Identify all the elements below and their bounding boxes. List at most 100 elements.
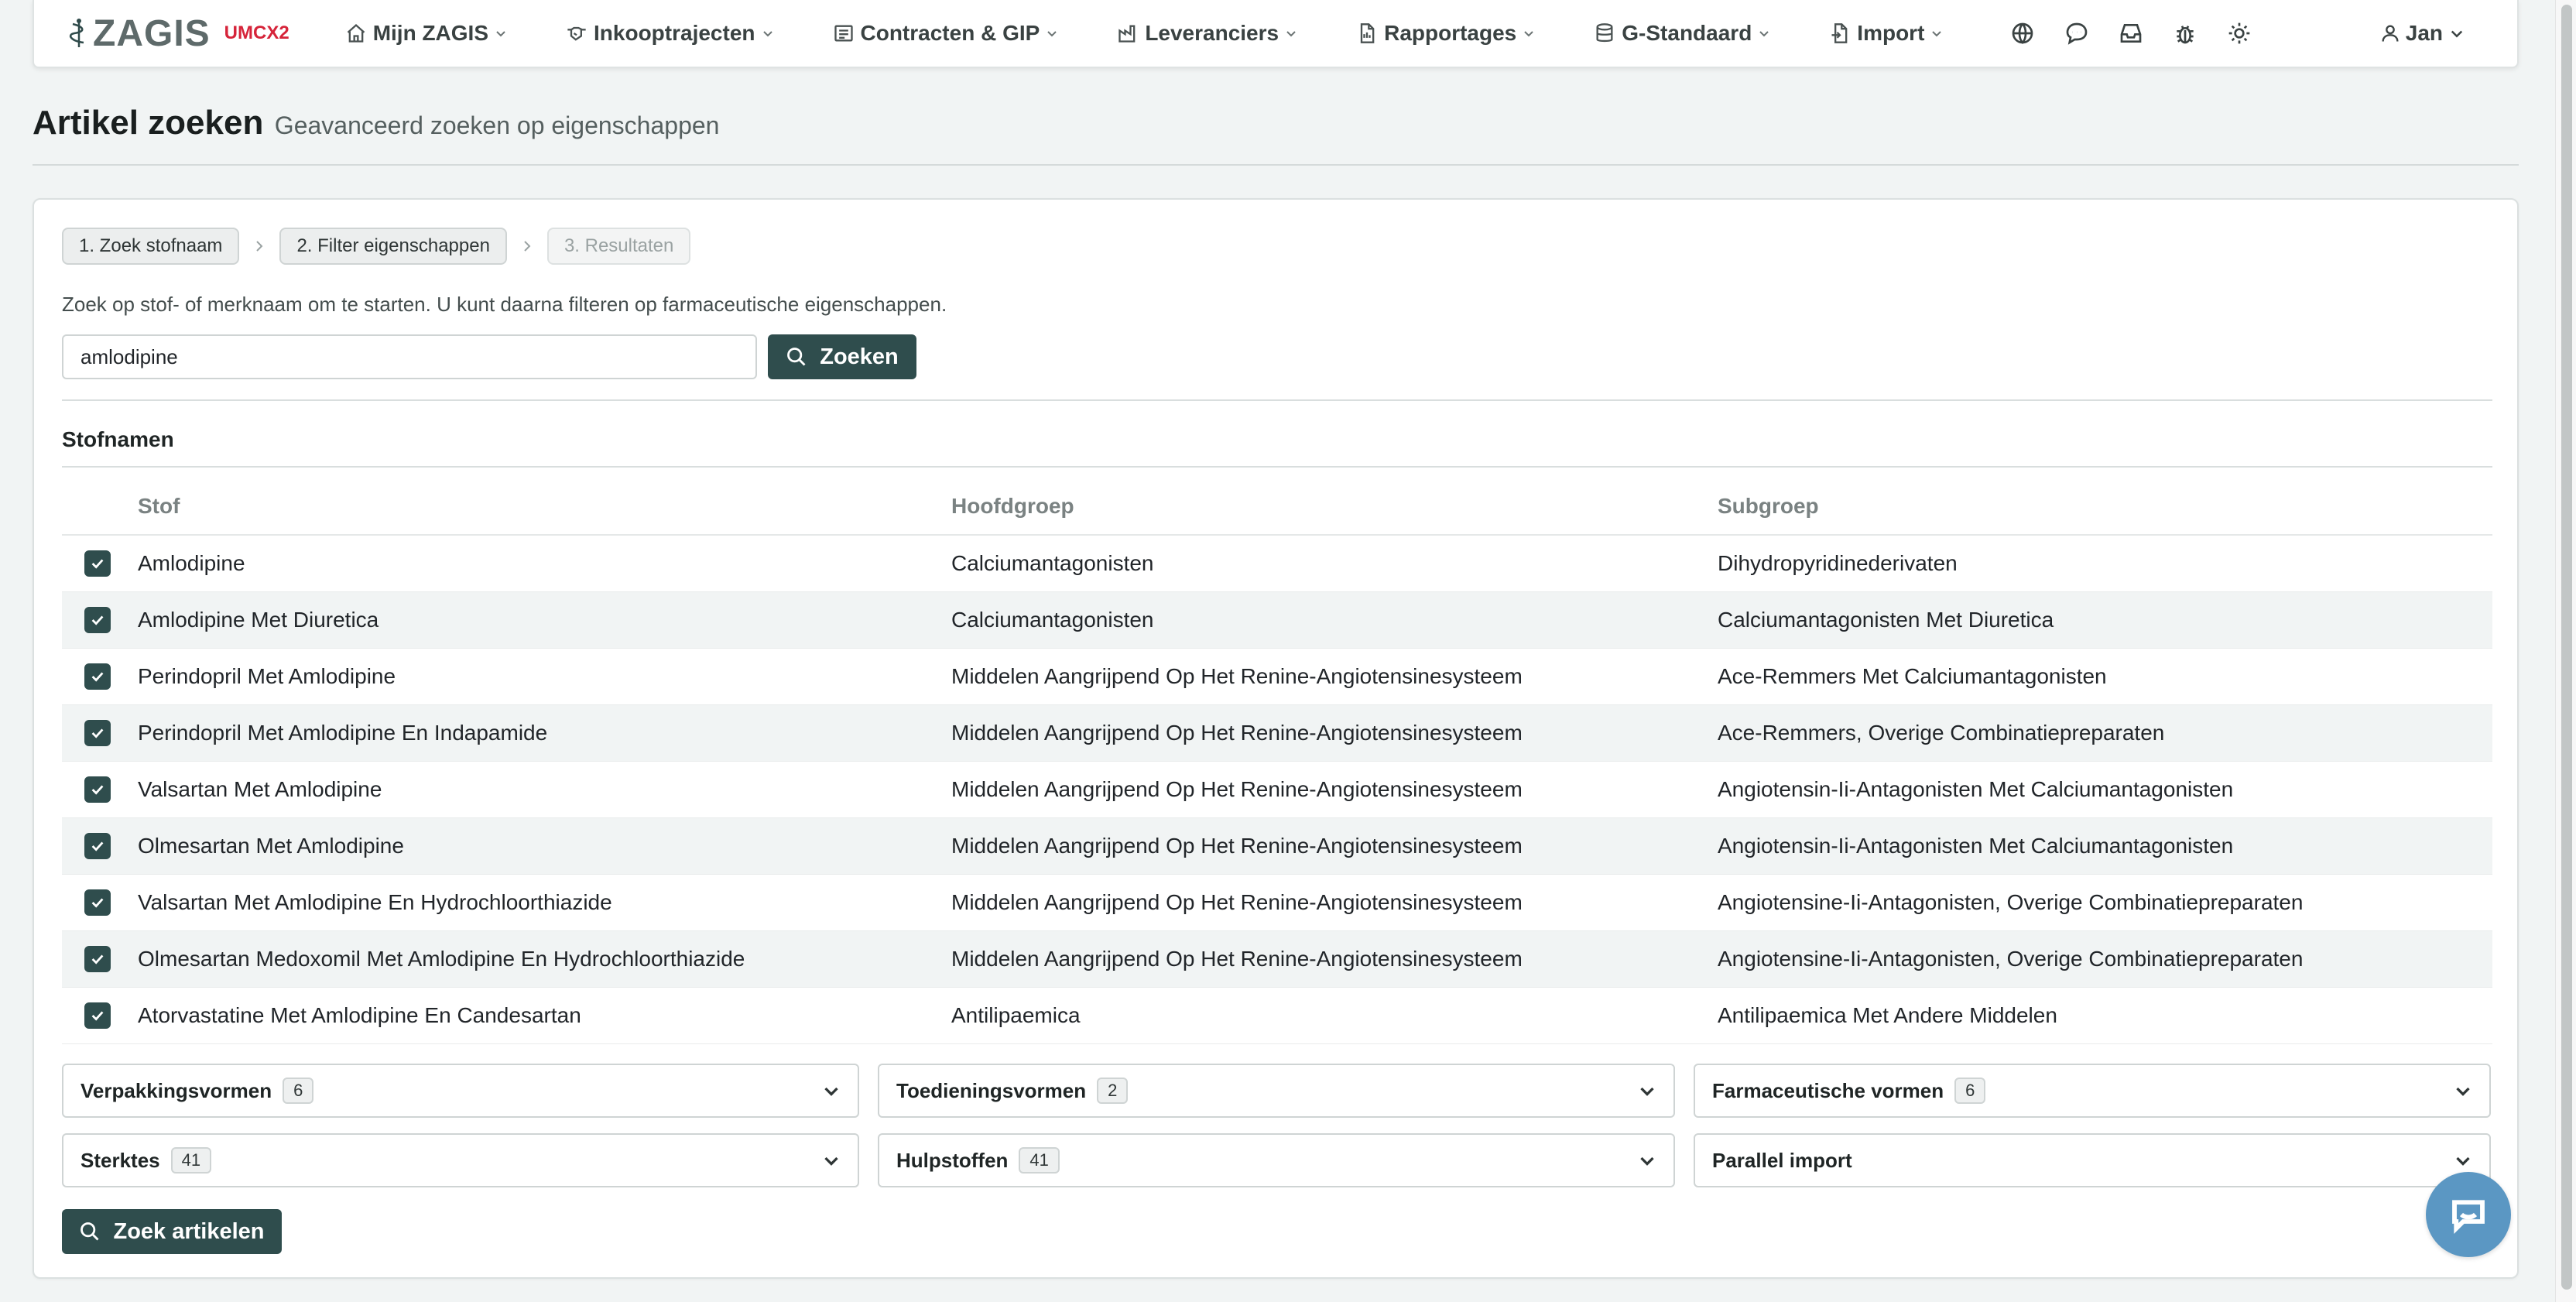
row-checkbox[interactable] — [84, 720, 111, 746]
checkbox-cell — [62, 946, 138, 972]
nav-item-label: G-Standaard — [1622, 21, 1752, 45]
nav-item-inkooptrajecten[interactable]: Inkooptrajecten — [550, 0, 789, 67]
bug-report-button[interactable] — [2158, 0, 2212, 67]
search-articles-label: Zoek artikelen — [113, 1218, 265, 1244]
column-header-stof[interactable]: Stof — [138, 494, 951, 519]
nav-item-contracten-gip[interactable]: Contracten & GIP — [817, 0, 1074, 67]
cell-subgroep: Dihydropyridinederivaten — [1718, 551, 1958, 575]
column-header-subgroep[interactable]: Subgroep — [1718, 494, 2492, 519]
nav-item-g-standaard[interactable]: G-Standaard — [1578, 0, 1786, 67]
cell-hoofdgroep: Middelen Aangrijpend Op Het Renine-Angio… — [951, 947, 1523, 971]
row-checkbox[interactable] — [84, 663, 111, 690]
checkmark-icon — [91, 672, 104, 682]
checkbox-cell — [62, 776, 138, 803]
cell-stof: Valsartan Met Amlodipine — [138, 777, 382, 801]
row-checkbox[interactable] — [84, 607, 111, 633]
step-filter-eigenschappen[interactable]: 2. Filter eigenschappen — [279, 228, 507, 265]
support-chat-button[interactable] — [2426, 1172, 2511, 1257]
chevron-down-icon — [1286, 31, 1296, 37]
cell-stof: Valsartan Met Amlodipine En Hydrochloort… — [138, 890, 612, 914]
language-button[interactable] — [1995, 0, 2050, 67]
filter-parallel-import[interactable]: Parallel import — [1694, 1133, 2491, 1187]
checkmark-icon — [91, 559, 104, 569]
search-icon — [80, 1222, 99, 1241]
cell-subgroep: Ace-Remmers Met Calciumantagonisten — [1718, 664, 2107, 688]
table-row[interactable]: Olmesartan Met Amlodipine Middelen Aangri… — [62, 818, 2492, 875]
cell-subgroep: Angiotensin-Ii-Antagonisten Met Calciuma… — [1718, 777, 2234, 801]
filter-label: Farmaceutische vormen — [1712, 1078, 1944, 1102]
scrollbar[interactable] — [2555, 0, 2576, 1302]
checkbox-cell — [62, 663, 138, 690]
table-row[interactable]: Valsartan Met Amlodipine Middelen Aangrij… — [62, 762, 2492, 818]
cell-subgroep: Angiotensine-Ii-Antagonisten, Overige Co… — [1718, 890, 2304, 914]
filter-farmaceutische-vormen[interactable]: Farmaceutische vormen 6 — [1694, 1064, 2491, 1118]
cell-hoofdgroep: Middelen Aangrijpend Op Het Renine-Angio… — [951, 721, 1523, 745]
cell-hoofdgroep: Middelen Aangrijpend Op Het Renine-Angio… — [951, 664, 1523, 688]
search-input[interactable] — [62, 334, 757, 379]
row-checkbox[interactable] — [84, 833, 111, 859]
inbox-icon — [2121, 24, 2142, 43]
checkmark-icon — [91, 785, 104, 795]
table-header: Stof Hoofdgroep Subgroep — [62, 478, 2492, 536]
filter-label: Verpakkingsvormen — [80, 1078, 272, 1102]
table-row[interactable]: Valsartan Met Amlodipine En Hydrochloort… — [62, 875, 2492, 931]
chevron-right-icon — [524, 241, 531, 252]
row-checkbox[interactable] — [84, 776, 111, 803]
handshake-icon — [567, 26, 586, 41]
table-row[interactable]: Atorvastatine Met Amlodipine En Candesar… — [62, 988, 2492, 1044]
nav-item-leveranciers[interactable]: Leveranciers — [1101, 0, 1313, 67]
filter-label: Parallel import — [1712, 1148, 1852, 1172]
cell-hoofdgroep: Middelen Aangrijpend Op Het Renine-Angio… — [951, 834, 1523, 858]
chat-button[interactable] — [2050, 0, 2104, 67]
table-row[interactable]: Olmesartan Medoxomil Met Amlodipine En H… — [62, 931, 2492, 988]
scrollbar-thumb[interactable] — [2561, 5, 2572, 1290]
table-row[interactable]: Perindopril Met Amlodipine En Indapamide… — [62, 705, 2492, 762]
checkbox-cell — [62, 550, 138, 577]
row-checkbox[interactable] — [84, 946, 111, 972]
search-card: 1. Zoek stofnaam 2. Filter eigenschappen… — [33, 198, 2519, 1279]
cell-subgroep: Antilipaemica Met Andere Middelen — [1718, 1003, 2057, 1027]
nav-item-label: Inkooptrajecten — [594, 21, 755, 45]
filter-hulpstoffen[interactable]: Hulpstoffen 41 — [878, 1133, 1675, 1187]
page-header: Artikel zoeken Geavanceerd zoeken op eig… — [33, 104, 2519, 166]
row-checkbox[interactable] — [84, 550, 111, 577]
inbox-button[interactable] — [2104, 0, 2158, 67]
column-header-hoofdgroep[interactable]: Hoofdgroep — [951, 494, 1718, 519]
row-checkbox[interactable] — [84, 1002, 111, 1029]
user-menu[interactable]: Jan — [2379, 21, 2465, 46]
nav-item-import[interactable]: Import — [1814, 0, 1958, 67]
list-icon — [834, 25, 853, 42]
checkmark-icon — [91, 728, 104, 738]
tenant-label: UMCX2 — [224, 22, 289, 43]
bug-icon — [2177, 26, 2194, 44]
nav-icon-group — [1995, 0, 2266, 67]
step-zoek-stofnaam[interactable]: 1. Zoek stofnaam — [62, 228, 240, 265]
filter-sterktes[interactable]: Sterktes 41 — [62, 1133, 859, 1187]
user-name: Jan — [2405, 21, 2443, 45]
row-checkbox[interactable] — [84, 889, 111, 916]
cell-stof: Perindopril Met Amlodipine En Indapamide — [138, 721, 548, 745]
theme-toggle-button[interactable] — [2212, 0, 2266, 67]
table-row[interactable]: Amlodipine Calciumantagonisten Dihydropyri… — [62, 536, 2492, 592]
cell-stof: Amlodipine Met Diuretica — [138, 608, 379, 632]
filter-toedieningsvormen[interactable]: Toedieningsvormen 2 — [878, 1064, 1675, 1118]
chevron-down-icon — [2456, 1156, 2470, 1166]
nav-item-label: Mijn ZAGIS — [372, 21, 489, 45]
table-row[interactable]: Amlodipine Met Diuretica Calciumantagonis… — [62, 592, 2492, 649]
divider — [62, 466, 2492, 468]
table-row[interactable]: Perindopril Met Amlodipine Middelen Aangr… — [62, 649, 2492, 705]
file-import-icon — [1831, 23, 1848, 43]
brand[interactable]: ZAGIS UMCX2 — [68, 12, 289, 55]
filter-verpakkingsvormen[interactable]: Verpakkingsvormen 6 — [62, 1064, 859, 1118]
nav-item-mijn-zagis[interactable]: Mijn ZAGIS — [330, 0, 522, 67]
checkmark-icon — [91, 898, 104, 908]
search-button[interactable]: Zoeken — [768, 334, 916, 379]
checkmark-icon — [91, 1011, 104, 1021]
table-body: Amlodipine Calciumantagonisten Dihydropyri… — [62, 536, 2492, 1044]
factory-icon — [1118, 25, 1136, 43]
chevron-down-icon — [496, 31, 505, 37]
nav-item-rapportages[interactable]: Rapportages — [1341, 0, 1550, 67]
wizard-steps: 1. Zoek stofnaam 2. Filter eigenschappen… — [62, 228, 691, 265]
cell-stof: Olmesartan Medoxomil Met Amlodipine En H… — [138, 947, 745, 971]
search-articles-button[interactable]: Zoek artikelen — [62, 1209, 282, 1254]
